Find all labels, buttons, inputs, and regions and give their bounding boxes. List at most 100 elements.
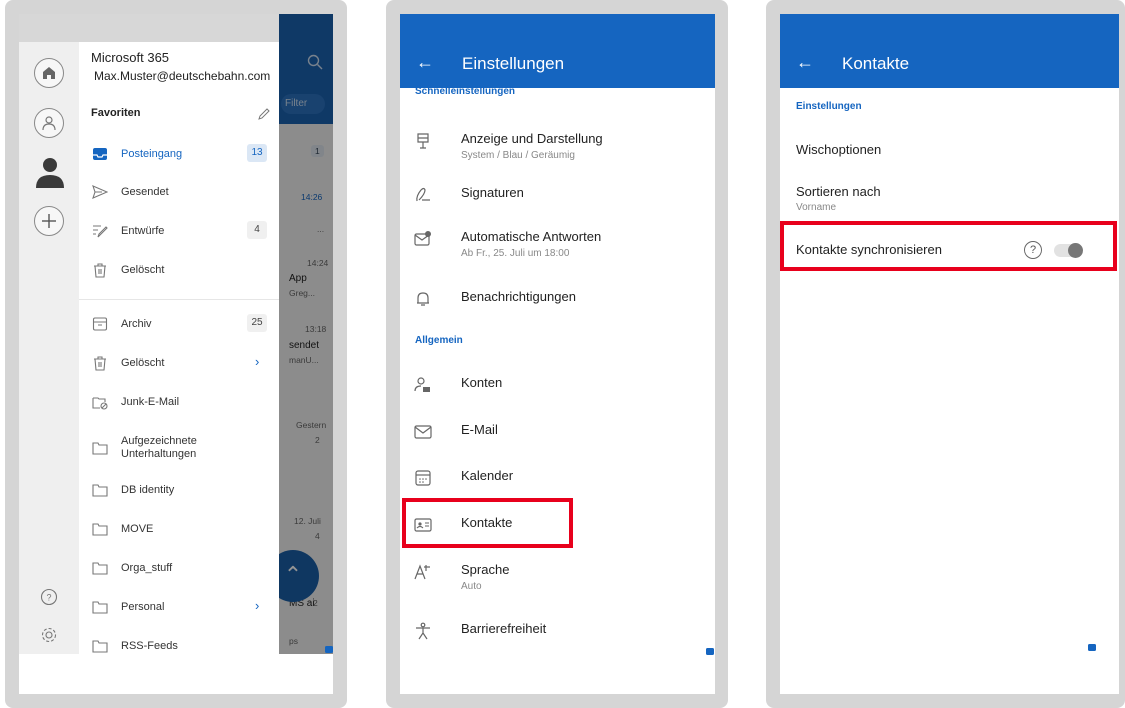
- svg-text:?: ?: [46, 593, 51, 603]
- settings-item-email[interactable]: E-Mail: [400, 415, 715, 455]
- page-title: Kontakte: [842, 54, 910, 73]
- folder-label: Junk-E-Mail: [121, 396, 180, 408]
- archive-icon: [92, 317, 108, 331]
- folder-count: 25: [247, 314, 267, 332]
- help-icon[interactable]: ?: [40, 588, 58, 606]
- swipe-options-item[interactable]: Wischoptionen: [796, 142, 881, 157]
- folder-item-posteingang[interactable]: Posteingang 13: [79, 142, 279, 168]
- edit-pencil-icon[interactable]: [257, 107, 271, 121]
- folder-icon: [92, 562, 108, 575]
- mail-folder-drawer-screen: Filter 1 14:26 ... 14:24 App Greg... 13:…: [19, 14, 333, 694]
- settings-item-title: Kalender: [461, 468, 514, 483]
- settings-item-auto-replies[interactable]: Automatische Antworten Ab Fr., 25. Juli …: [400, 222, 715, 262]
- settings-app-bar: ← Einstellungen: [400, 14, 715, 88]
- folder-item-personal[interactable]: Personal ›: [79, 595, 279, 621]
- draft-icon: [93, 225, 108, 238]
- folder-item-move[interactable]: MOVE: [79, 517, 279, 543]
- phone-frame-3: ← Kontakte Einstellungen Wischoptionen S…: [766, 0, 1125, 708]
- accounts-icon: [414, 377, 430, 392]
- folder-icon: [92, 601, 108, 614]
- folder-item-entwuerfe[interactable]: Entwürfe 4: [79, 219, 279, 245]
- folder-item-aufgezeichnete-unterhaltungen[interactable]: Aufgezeichnete Unterhaltungen: [79, 435, 279, 462]
- settings-screen: ← Einstellungen Schnelleinstellungen Anz…: [400, 14, 715, 694]
- settings-item-calendar[interactable]: Kalender: [400, 461, 715, 501]
- sort-by-item[interactable]: Sortieren nach: [796, 184, 881, 199]
- settings-item-title: Signaturen: [461, 185, 524, 200]
- calendar-icon: [415, 470, 431, 486]
- folder-item-orga-stuff[interactable]: Orga_stuff: [79, 556, 279, 582]
- settings-item-title: Benachrichtigungen: [461, 289, 576, 304]
- home-button[interactable]: [34, 58, 64, 88]
- settings-item-signatures[interactable]: Signaturen: [400, 178, 715, 218]
- folder-label: Aufgezeichnete Unterhaltungen: [121, 435, 197, 460]
- plus-icon: [42, 214, 56, 228]
- settings-item-notifications[interactable]: Benachrichtigungen: [400, 282, 715, 322]
- folder-item-geloescht[interactable]: Gelöscht ›: [79, 351, 279, 377]
- settings-item-subtitle: System / Blau / Geräumig: [461, 150, 575, 161]
- contacts-app-bar: ← Kontakte: [780, 14, 1119, 88]
- folder-label: Posteingang: [121, 148, 183, 160]
- account-email: Max.Muster@deutschebahn.com: [94, 69, 271, 83]
- section-heading-general: Allgemein: [415, 335, 463, 346]
- favorites-heading: Favoriten: [91, 107, 141, 119]
- folder-icon: [92, 640, 108, 653]
- folder-item-geloescht-fav[interactable]: Gelöscht: [79, 258, 279, 284]
- back-arrow-icon[interactable]: ←: [416, 52, 434, 73]
- account-name: Microsoft 365: [91, 50, 170, 65]
- phone-frame-1: Filter 1 14:26 ... 14:24 App Greg... 13:…: [5, 0, 347, 708]
- folder-label: Entwürfe: [121, 225, 165, 237]
- folder-label: Orga_stuff: [121, 562, 173, 574]
- contacts-highlight-box: [402, 498, 573, 548]
- folder-item-junk[interactable]: Junk-E-Mail: [79, 390, 279, 416]
- folder-drawer: Microsoft 365 Max.Muster@deutschebahn.co…: [79, 14, 279, 654]
- folder-label: Personal: [121, 601, 165, 613]
- display-icon: [417, 133, 429, 149]
- section-heading-settings: Einstellungen: [796, 101, 862, 112]
- folder-count: 13: [247, 144, 267, 162]
- active-account-icon[interactable]: [34, 156, 66, 188]
- sort-by-value: Vorname: [796, 202, 837, 213]
- add-account-button[interactable]: [34, 206, 64, 236]
- settings-item-subtitle: Ab Fr., 25. Juli um 18:00: [461, 248, 570, 259]
- settings-item-title: Barrierefreiheit: [461, 621, 547, 636]
- settings-item-title: Anzeige und Darstellung: [461, 131, 603, 146]
- mail-icon: [414, 425, 432, 439]
- drawer-divider: [79, 299, 279, 300]
- folder-item-archiv[interactable]: Archiv 25: [79, 312, 279, 338]
- settings-item-title: Sprache: [461, 562, 510, 577]
- settings-item-accessibility[interactable]: Barrierefreiheit: [400, 614, 715, 654]
- settings-item-title: Automatische Antworten: [461, 229, 602, 244]
- section-heading-quick: Schnelleinstellungen: [415, 86, 516, 97]
- work-profile-icon: [1088, 644, 1096, 651]
- folder-item-rss-feeds[interactable]: RSS-Feeds: [79, 634, 279, 660]
- settings-item-language[interactable]: Sprache Auto: [400, 555, 715, 595]
- folder-label: RSS-Feeds: [121, 640, 178, 652]
- folder-icon: [92, 442, 108, 455]
- send-icon: [92, 185, 108, 199]
- folder-count: 4: [247, 221, 267, 239]
- work-profile-icon: [706, 648, 714, 655]
- signature-icon: [416, 187, 430, 202]
- page-title: Einstellungen: [462, 54, 565, 73]
- folder-item-db-identity[interactable]: DB identity: [79, 478, 279, 504]
- folder-label: Archiv: [121, 318, 152, 330]
- user-outline-icon: [42, 116, 56, 131]
- chevron-right-icon[interactable]: ›: [255, 354, 259, 369]
- folder-label: Gesendet: [121, 186, 169, 198]
- chevron-right-icon[interactable]: ›: [255, 598, 259, 613]
- settings-item-title: Konten: [461, 375, 503, 390]
- settings-item-accounts[interactable]: Konten: [400, 368, 715, 408]
- folder-icon: [92, 484, 108, 497]
- auto-reply-icon: [414, 231, 431, 246]
- folder-icon: [92, 523, 108, 536]
- back-arrow-icon[interactable]: ←: [796, 52, 814, 73]
- account-avatar-button[interactable]: [34, 108, 64, 138]
- folder-label: DB identity: [121, 484, 175, 496]
- folder-item-gesendet[interactable]: Gesendet: [79, 180, 279, 206]
- folder-label: MOVE: [121, 523, 154, 535]
- contacts-settings-screen: ← Kontakte Einstellungen Wischoptionen S…: [780, 14, 1119, 694]
- settings-gear-icon[interactable]: [40, 626, 58, 644]
- language-icon: [414, 564, 430, 580]
- sync-highlight-box: [780, 221, 1117, 271]
- settings-item-display[interactable]: Anzeige und Darstellung System / Blau / …: [400, 124, 715, 164]
